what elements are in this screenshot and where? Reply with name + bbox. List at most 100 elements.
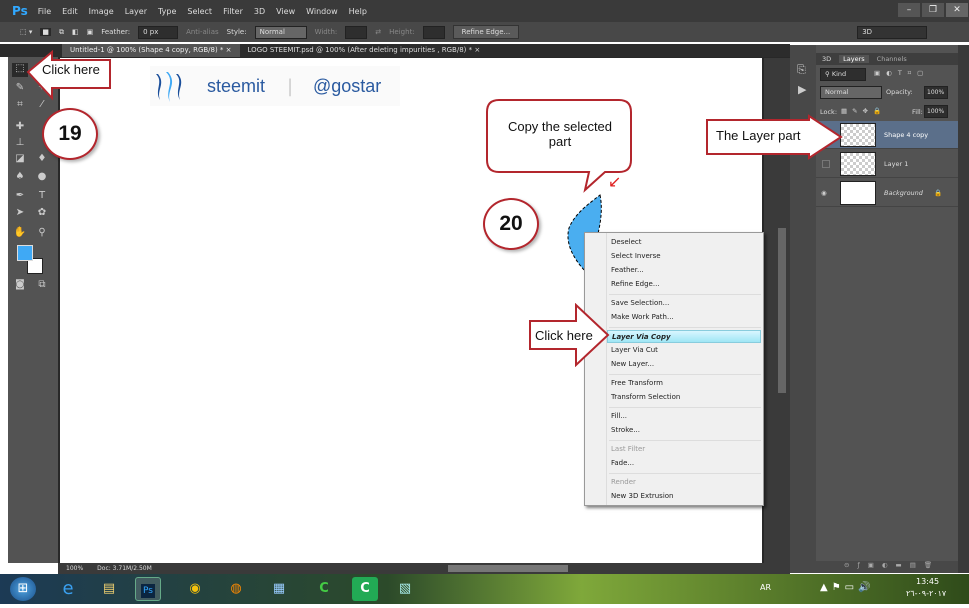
menu-window[interactable]: Window [306, 7, 338, 16]
swap-icon[interactable]: ⇄ [375, 28, 381, 36]
subtract-selection-icon[interactable]: ◧ [72, 28, 79, 36]
steemit-logo-icon [156, 72, 182, 102]
menu-item-free-transform[interactable]: Free Transform [611, 377, 663, 390]
height-input[interactable] [422, 25, 445, 39]
screen-mode-icon[interactable]: ⧉ [34, 279, 50, 293]
menu-select[interactable]: Select [187, 7, 212, 16]
close-button[interactable]: ✕ [946, 3, 968, 17]
custom-shape-icon[interactable]: ✿ [34, 207, 50, 221]
menu-item-deselect[interactable]: Deselect [611, 236, 642, 249]
paint-bucket-icon[interactable]: ♦ [34, 153, 50, 167]
menu-item-select-inverse[interactable]: Select Inverse [611, 250, 661, 263]
width-input[interactable] [345, 25, 368, 39]
camtasia-icon[interactable]: C [311, 577, 337, 601]
layer-row-background[interactable]: ◉ Background 🔒 [816, 179, 958, 207]
tray-icons[interactable]: ▲⚑▭🔊 [820, 582, 875, 593]
menu-3d[interactable]: 3D [254, 7, 265, 16]
menu-edit[interactable]: Edit [62, 7, 78, 16]
pen-icon[interactable]: ✒ [12, 190, 28, 204]
kind-filter[interactable]: ⚲ Kind [820, 68, 866, 81]
menu-item-refine-edge[interactable]: Refine Edge... [611, 278, 660, 291]
layers-footer-icons[interactable]: ⊝ƒ▣◐▬▤🗑 [816, 561, 958, 573]
camtasia-recorder-icon[interactable]: C [352, 577, 378, 601]
tab-3d[interactable]: 3D [822, 55, 831, 63]
marquee-preset-icon[interactable]: ⬚ ▾ [20, 28, 32, 36]
type-icon[interactable]: T [34, 190, 50, 204]
clock-date[interactable]: ٢٠١٧-٠٩-٢٦ [906, 589, 946, 598]
horizontal-scrollbar[interactable] [448, 565, 568, 572]
intersect-selection-icon[interactable]: ▣ [87, 28, 94, 36]
firefox-icon[interactable]: ◍ [223, 577, 249, 601]
language-indicator[interactable]: AR [760, 583, 771, 592]
minimize-button[interactable]: – [898, 3, 920, 17]
filter-icons[interactable]: ▣◐T⌑▢ [874, 69, 929, 77]
lock-icons[interactable]: ▦✎✥🔒 [841, 107, 886, 115]
history-icon[interactable]: ⎘ [797, 63, 806, 77]
menu-item-feather[interactable]: Feather... [611, 264, 644, 277]
fill-input[interactable]: 100% [924, 105, 948, 118]
context-menu: Deselect Select Inverse Feather... Refin… [584, 232, 764, 506]
zoom-icon[interactable]: ⚲ [34, 227, 50, 241]
windows-taskbar: ⊞ e ▤ Ps ◉ ◍ ▦ C C ▧ AR ▲⚑▭🔊 13:45 ٢٠١٧-… [0, 574, 969, 604]
status-bar: 100% Doc: 3.71M/2.50M [58, 563, 790, 574]
copy-bubble-text: Copy the selected part [507, 119, 613, 149]
steemit-banner: steemit | @gostar [150, 66, 400, 106]
menu-view[interactable]: View [276, 7, 295, 16]
foreground-color-swatch[interactable] [17, 245, 33, 261]
antialias-checkbox[interactable]: Anti-alias [186, 28, 219, 36]
new-selection-icon[interactable]: ■ [40, 28, 51, 36]
style-select[interactable]: Normal [254, 25, 307, 39]
healing-brush-icon[interactable]: ✚ [12, 121, 28, 135]
tab-layers[interactable]: Layers [839, 55, 869, 63]
menu-file[interactable]: File [38, 7, 51, 16]
menu-item-make-work-path[interactable]: Make Work Path... [611, 311, 674, 324]
blend-mode-select[interactable]: Normal [820, 86, 882, 99]
zoom-level[interactable]: 100% [66, 565, 83, 572]
refine-edge-button[interactable]: Refine Edge... [452, 25, 520, 39]
layer-thumbnail [840, 151, 876, 176]
path-selection-icon[interactable]: ➤ [12, 207, 28, 221]
chrome-icon[interactable]: ◉ [182, 577, 208, 601]
feather-input[interactable]: 0 px [138, 25, 179, 39]
menu-filter[interactable]: Filter [223, 7, 243, 16]
eraser-icon[interactable]: ◪ [12, 153, 28, 167]
menu-item-new-3d-extrusion[interactable]: New 3D Extrusion [611, 490, 674, 503]
file-explorer-icon[interactable]: ▤ [96, 577, 122, 601]
menu-item-layer-via-cut[interactable]: Layer Via Cut [611, 344, 658, 357]
blur-icon[interactable]: ♠ [12, 171, 28, 185]
tab-logo-steemit[interactable]: LOGO STEEMIT.psd @ 100% (After deleting … [240, 44, 489, 57]
menu-type[interactable]: Type [158, 7, 176, 16]
photoshop-taskbar-icon[interactable]: Ps [135, 577, 161, 601]
dodge-icon[interactable]: ● [34, 171, 50, 185]
menu-help[interactable]: Help [349, 7, 367, 16]
clock-time[interactable]: 13:45 [916, 577, 939, 586]
menu-image[interactable]: Image [89, 7, 114, 16]
menu-item-transform-selection[interactable]: Transform Selection [611, 391, 680, 404]
image-viewer-icon[interactable]: ▧ [392, 577, 418, 601]
options-bar: ⬚ ▾ ■ ⧉ ◧ ▣ Feather: 0 px Anti-alias Sty… [0, 22, 969, 42]
menu-item-stroke[interactable]: Stroke... [611, 424, 640, 437]
play-actions-icon[interactable]: ▶ [798, 83, 806, 96]
start-button-icon[interactable]: ⊞ [10, 577, 36, 601]
menu-item-fill[interactable]: Fill... [611, 410, 627, 423]
tab-channels[interactable]: Channels [877, 55, 907, 63]
opacity-input[interactable]: 100% [924, 86, 948, 99]
scrollbar-thumb[interactable] [778, 228, 786, 393]
height-label: Height: [389, 28, 415, 36]
menu-item-layer-via-copy[interactable]: Layer Via Copy [607, 330, 761, 343]
width-label: Width: [314, 28, 338, 36]
internet-explorer-icon[interactable]: e [55, 577, 81, 601]
quick-mask-icon[interactable]: ◙ [12, 279, 28, 293]
menu-layer[interactable]: Layer [125, 7, 147, 16]
hand-icon[interactable]: ✋ [12, 227, 28, 241]
menu-item-new-layer[interactable]: New Layer... [611, 358, 654, 371]
menu-item-fade[interactable]: Fade... [611, 457, 634, 470]
workspace-select[interactable]: 3D [857, 25, 928, 39]
visibility-toggle[interactable] [822, 159, 830, 168]
control-panel-icon[interactable]: ▦ [266, 577, 292, 601]
clone-stamp-icon[interactable]: ⊥ [12, 137, 28, 151]
eye-icon[interactable]: ◉ [821, 189, 827, 197]
menu-item-save-selection[interactable]: Save Selection... [611, 297, 669, 310]
add-selection-icon[interactable]: ⧉ [59, 28, 64, 37]
restore-button[interactable]: ❐ [922, 3, 944, 17]
